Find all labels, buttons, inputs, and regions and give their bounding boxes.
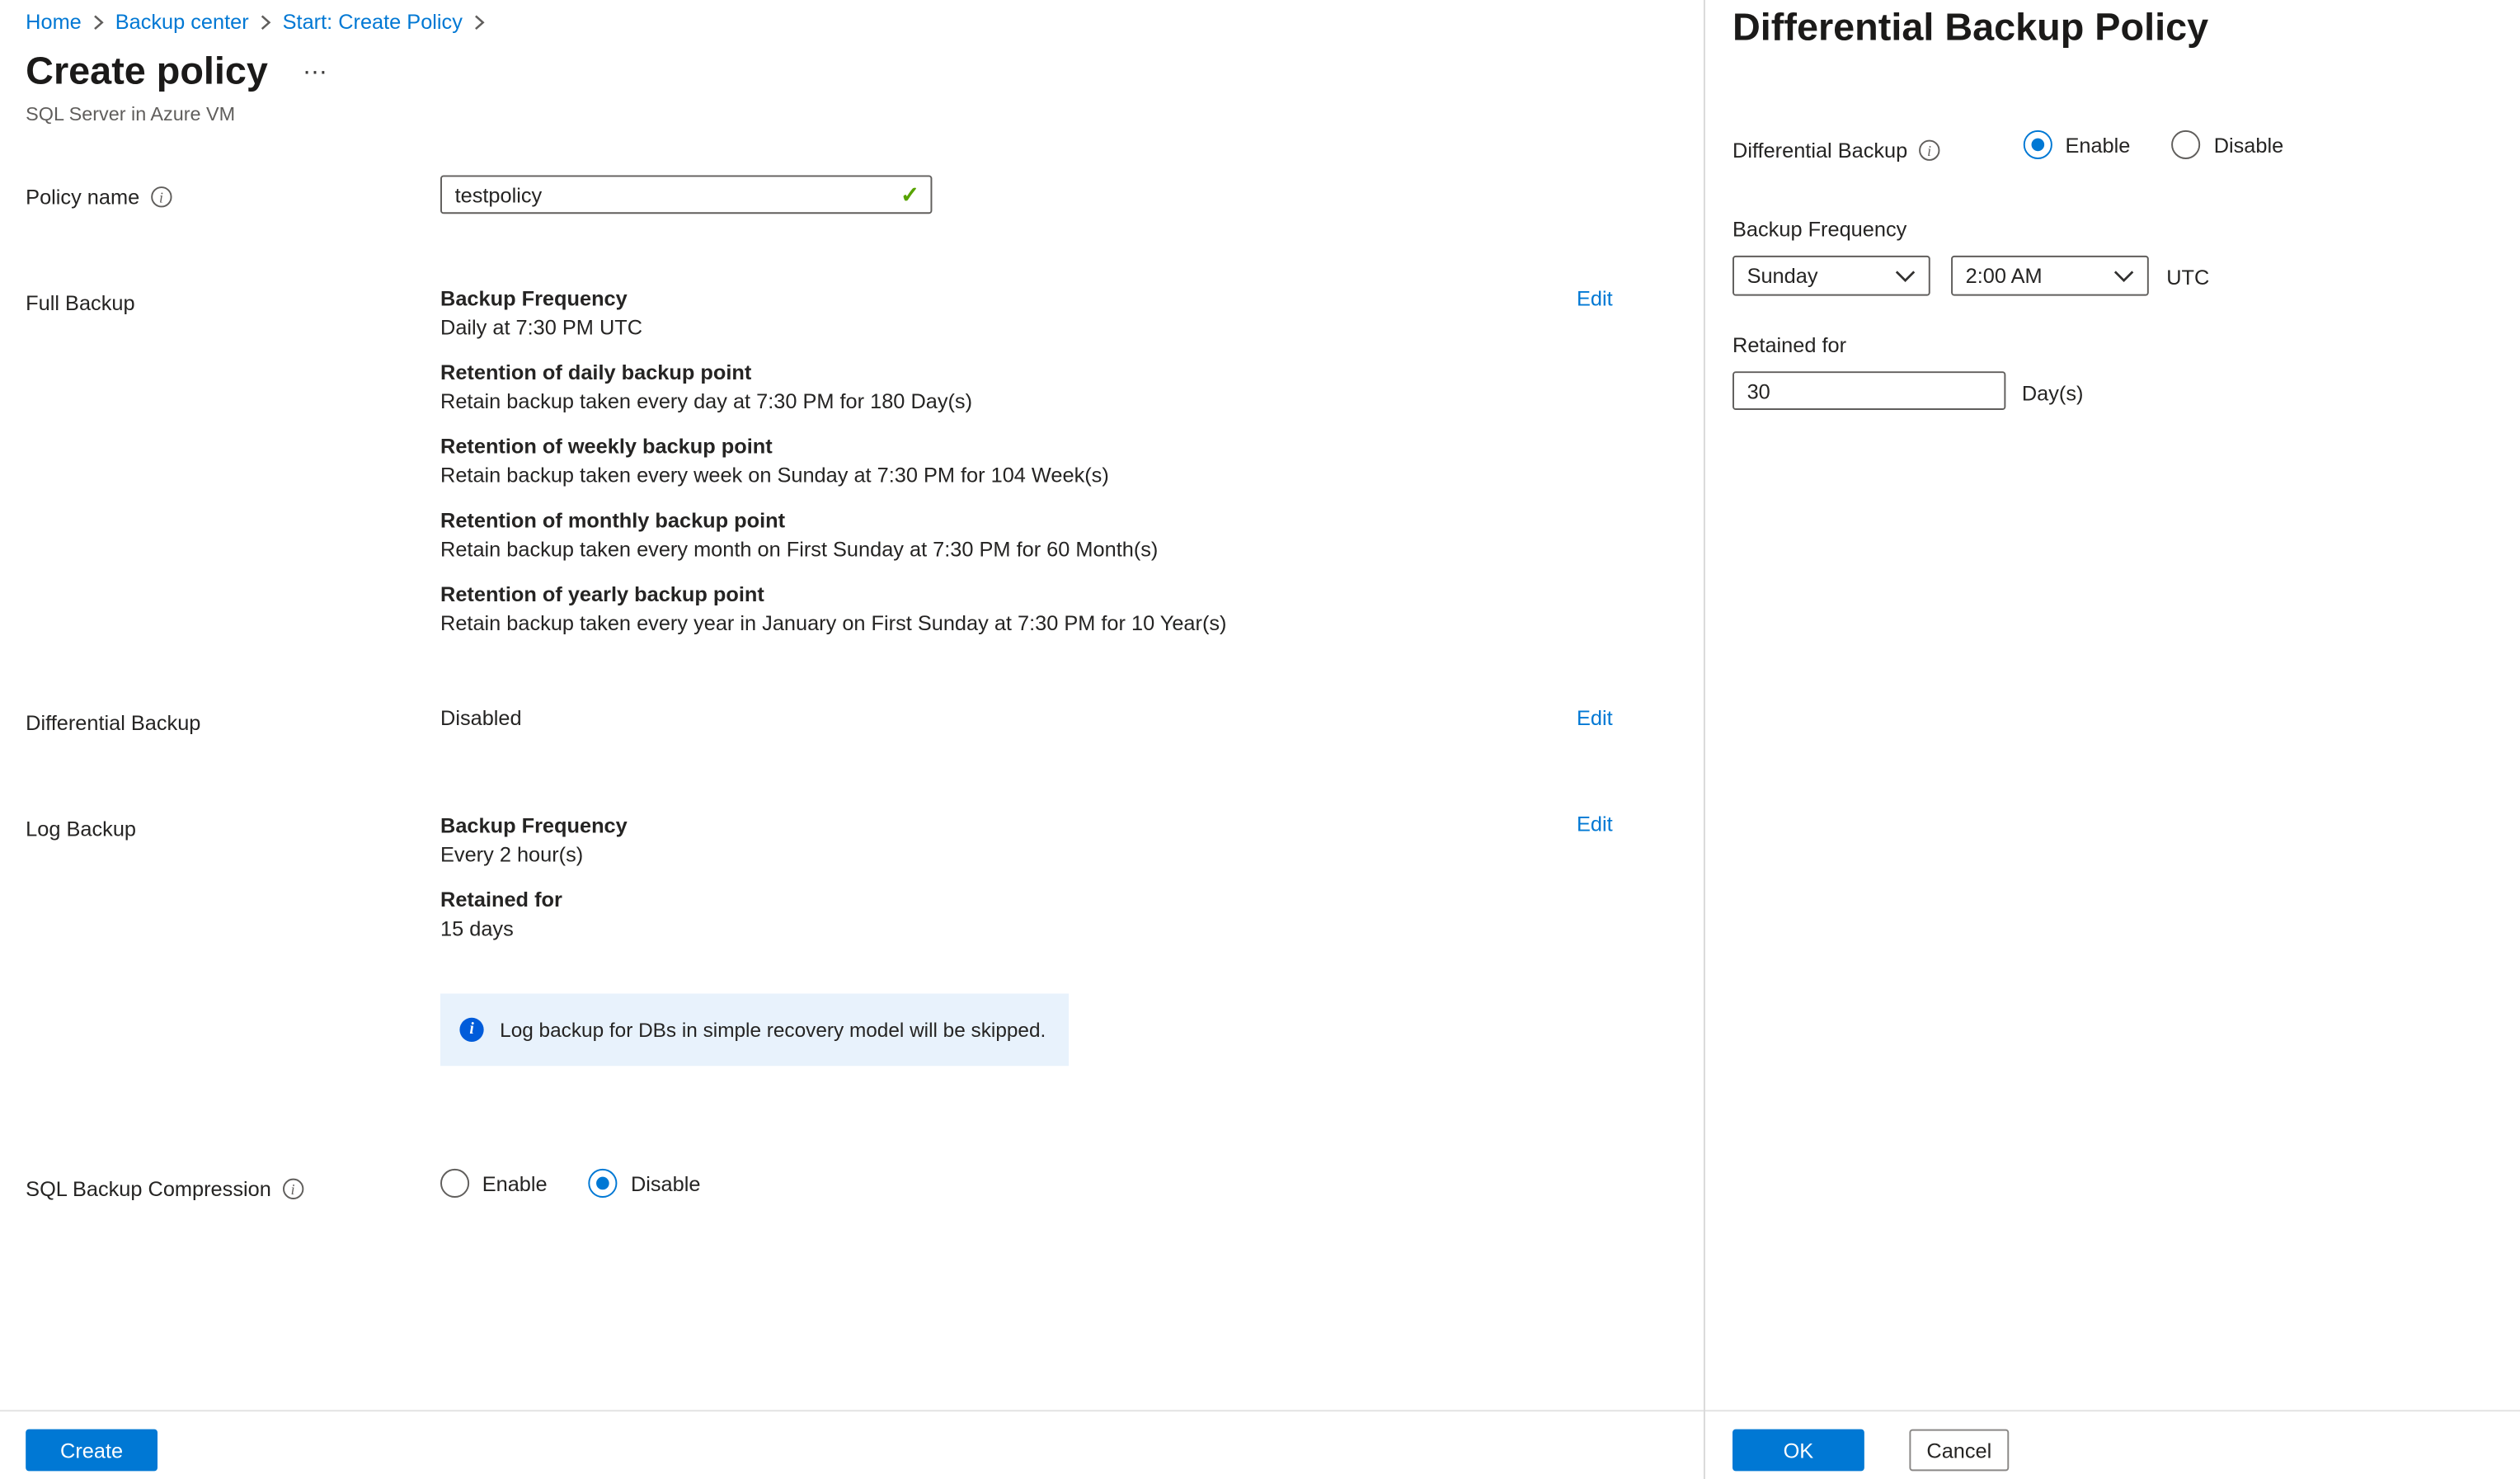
detail-item: Backup Frequency Every 2 hour(s) <box>440 812 1565 869</box>
sql-compression-disable-label[interactable]: Disable <box>631 1171 701 1195</box>
panel-disable-radio[interactable] <box>2172 130 2202 159</box>
frequency-time-dropdown[interactable]: 2:00 AM <box>1951 255 2149 296</box>
detail-title: Retention of yearly backup point <box>440 582 764 606</box>
log-backup-edit-link[interactable]: Edit <box>1577 812 1613 836</box>
detail-item: Retention of monthly backup point Retain… <box>440 506 1565 564</box>
panel-title: Differential Backup Policy <box>1732 6 2209 50</box>
panel-enable-radio[interactable] <box>2023 130 2052 159</box>
log-backup-info-banner: Log backup for DBs in simple recovery mo… <box>440 993 1070 1067</box>
detail-item: Retention of weekly backup point Retain … <box>440 432 1565 490</box>
retained-for-input[interactable] <box>1732 371 2006 410</box>
differential-backup-section-label: Differential Backup <box>26 710 201 735</box>
detail-item: Backup Frequency Daily at 7:30 PM UTC <box>440 285 1565 342</box>
retained-for-unit: Day(s) <box>2021 380 2084 406</box>
sql-compression-radio-group: Enable Disable <box>440 1168 701 1199</box>
ok-button[interactable]: OK <box>1732 1429 1864 1472</box>
chevron-right-icon <box>260 14 271 30</box>
full-backup-details: Backup Frequency Daily at 7:30 PM UTC Re… <box>440 285 1565 654</box>
detail-title: Backup Frequency <box>440 285 628 311</box>
frequency-day-dropdown[interactable]: Sunday <box>1732 255 1930 296</box>
differential-backup-status: Disabled <box>440 705 522 730</box>
panel-retained-for-label: Retained for <box>1732 332 1847 357</box>
chevron-down-icon <box>2113 270 2134 282</box>
full-backup-section-label: Full Backup <box>26 290 135 316</box>
validation-check-icon <box>900 181 919 209</box>
panel-backup-frequency-label: Backup Frequency <box>1732 217 1907 242</box>
sql-compression-enable-label[interactable]: Enable <box>482 1171 548 1195</box>
frequency-time-value: 2:00 AM <box>1965 263 2043 288</box>
policy-name-label: Policy name <box>26 185 140 210</box>
footer-divider <box>0 1410 2520 1412</box>
detail-title: Backup Frequency <box>440 813 628 838</box>
sql-compression-disable-radio[interactable] <box>589 1168 618 1199</box>
breadcrumb: Home Backup center Start: Create Policy <box>26 10 485 34</box>
chevron-down-icon <box>1895 270 1916 282</box>
page-title: Create policy <box>26 49 268 94</box>
cancel-button[interactable]: Cancel <box>1909 1429 2010 1472</box>
sql-compression-label-row: SQL Backup Compression <box>26 1177 303 1201</box>
detail-desc: Every 2 hour(s) <box>440 842 584 867</box>
policy-name-field <box>440 175 933 214</box>
chevron-right-icon <box>474 14 486 30</box>
info-icon[interactable] <box>150 186 172 208</box>
breadcrumb-start-create-policy[interactable]: Start: Create Policy <box>283 10 463 34</box>
detail-item: Retained for 15 days <box>440 886 1565 944</box>
log-backup-section-label: Log Backup <box>26 817 137 841</box>
create-policy-page: Home Backup center Start: Create Policy … <box>0 0 2520 1479</box>
page-subtitle: SQL Server in Azure VM <box>26 102 236 126</box>
detail-desc: Retain backup taken every day at 7:30 PM… <box>440 389 973 413</box>
breadcrumb-home[interactable]: Home <box>26 10 82 34</box>
detail-desc: Retain backup taken every month on First… <box>440 536 1159 562</box>
detail-desc: Daily at 7:30 PM UTC <box>440 315 643 340</box>
chevron-right-icon <box>92 14 104 30</box>
sql-compression-label: SQL Backup Compression <box>26 1176 271 1201</box>
policy-name-label-row: Policy name <box>26 185 172 209</box>
detail-item: Retention of yearly backup point Retain … <box>440 581 1565 638</box>
more-menu-icon[interactable] <box>302 53 329 82</box>
info-icon[interactable] <box>282 1178 303 1199</box>
breadcrumb-backup-center[interactable]: Backup center <box>115 10 249 34</box>
detail-title: Retention of weekly backup point <box>440 434 773 459</box>
full-backup-edit-link[interactable]: Edit <box>1577 286 1613 310</box>
info-banner-text: Log backup for DBs in simple recovery mo… <box>500 1018 1046 1041</box>
differential-backup-edit-link[interactable]: Edit <box>1577 706 1613 730</box>
create-button[interactable]: Create <box>26 1429 158 1472</box>
retained-for-field <box>1732 371 2006 410</box>
log-backup-details: Backup Frequency Every 2 hour(s) Retaine… <box>440 812 1565 959</box>
detail-desc: Retain backup taken every week on Sunday… <box>440 463 1109 488</box>
detail-title: Retention of monthly backup point <box>440 507 786 533</box>
sql-compression-enable-radio[interactable] <box>440 1168 470 1199</box>
policy-name-input[interactable] <box>440 175 933 214</box>
panel-differential-backup-label-row: Differential Backup <box>1732 138 1940 163</box>
detail-item: Retention of daily backup point Retain b… <box>440 359 1565 417</box>
panel-disable-label[interactable]: Disable <box>2214 133 2284 157</box>
timezone-label: UTC <box>2166 265 2210 290</box>
panel-differential-backup-label: Differential Backup <box>1732 138 1908 163</box>
panel-differential-radio-group: Enable Disable <box>2023 130 2284 159</box>
detail-title: Retained for <box>440 887 562 912</box>
detail-title: Retention of daily backup point <box>440 360 752 384</box>
frequency-day-value: Sunday <box>1747 263 1818 288</box>
panel-divider <box>1703 0 1705 1479</box>
info-icon[interactable] <box>1918 139 1940 161</box>
detail-desc: 15 days <box>440 916 514 941</box>
panel-enable-label[interactable]: Enable <box>2065 133 2130 157</box>
detail-desc: Retain backup taken every year in Januar… <box>440 610 1227 635</box>
info-icon <box>459 1017 484 1042</box>
